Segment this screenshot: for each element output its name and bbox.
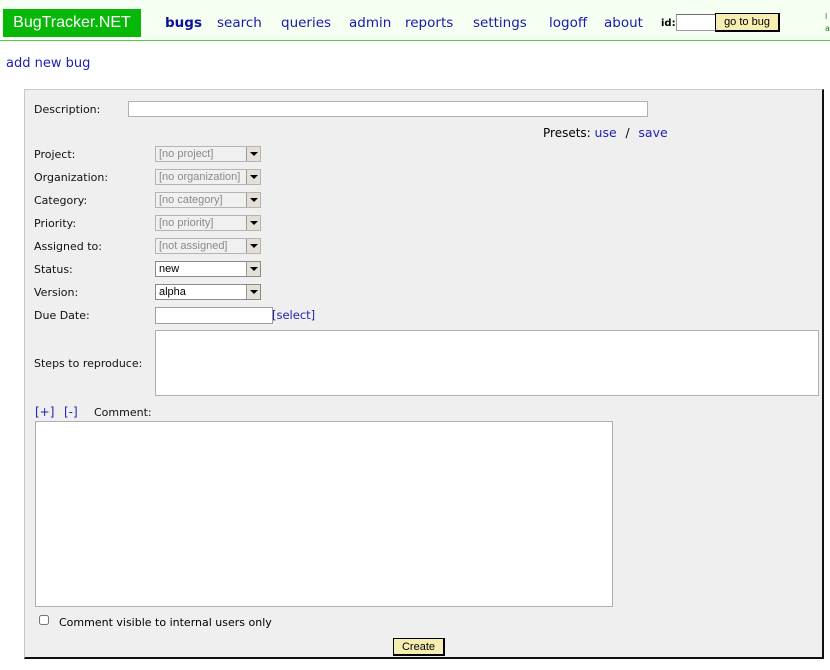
priority-select-value: [no priority]: [159, 217, 214, 229]
project-label: Project:: [34, 148, 76, 161]
presets-label: Presets:: [543, 126, 591, 140]
assigned-to-label: Assigned to:: [34, 240, 102, 253]
presets-separator: /: [625, 126, 630, 140]
top-nav-bar: BugTracker.NET bugs search queries admin…: [0, 0, 830, 41]
nav-settings[interactable]: settings: [473, 15, 527, 31]
priority-label: Priority:: [34, 217, 77, 230]
nav-about[interactable]: about: [604, 15, 643, 31]
edge-text-line-1: l: [825, 12, 828, 21]
nav-search[interactable]: search: [217, 15, 262, 31]
comment-input[interactable]: [35, 421, 613, 607]
status-label: Status:: [34, 263, 73, 276]
assigned-to-select[interactable]: [not assigned]: [155, 238, 261, 254]
bug-id-label: id:: [661, 18, 676, 29]
go-to-bug-button[interactable]: go to bug: [715, 13, 780, 32]
chevron-down-icon: [246, 193, 260, 207]
comment-label: Comment:: [94, 406, 152, 419]
category-select-value: [no category]: [159, 194, 223, 206]
bug-id-input[interactable]: [676, 14, 716, 31]
presets-use-link[interactable]: use: [595, 125, 617, 140]
assigned-to-select-value: [not assigned]: [159, 240, 228, 252]
presets: Presets: use / save: [543, 125, 668, 140]
status-select-value: new: [159, 263, 180, 275]
chevron-down-icon: [246, 147, 260, 161]
project-select-value: [no project]: [159, 148, 214, 160]
priority-select[interactable]: [no priority]: [155, 215, 261, 231]
new-bug-form: Description: Presets: use / save Project…: [24, 89, 824, 659]
create-button[interactable]: Create: [393, 638, 445, 656]
due-date-select-link[interactable]: [select]: [272, 308, 315, 322]
header-edge-text: l a: [825, 11, 830, 35]
organization-label: Organization:: [34, 171, 109, 184]
steps-to-reproduce-label: Steps to reproduce:: [34, 357, 143, 370]
category-select[interactable]: [no category]: [155, 192, 261, 208]
organization-select[interactable]: [no organization]: [155, 169, 261, 185]
nav-bugs[interactable]: bugs: [165, 15, 202, 31]
nav-queries[interactable]: queries: [281, 15, 331, 31]
project-select[interactable]: [no project]: [155, 146, 261, 162]
version-select-value: alpha: [159, 286, 186, 298]
app-logo: BugTracker.NET: [3, 9, 141, 37]
chevron-down-icon: [246, 170, 260, 184]
chevron-down-icon: [246, 262, 260, 276]
due-date-label: Due Date:: [34, 309, 90, 322]
organization-select-value: [no organization]: [159, 171, 241, 183]
chevron-down-icon: [246, 285, 260, 299]
edge-text-line-2: a: [825, 24, 830, 33]
presets-save-link[interactable]: save: [638, 125, 667, 140]
nav-logoff[interactable]: logoff: [549, 15, 587, 31]
expand-comment-link[interactable]: [+]: [35, 405, 54, 419]
version-select[interactable]: alpha: [155, 284, 261, 300]
chevron-down-icon: [246, 239, 260, 253]
chevron-down-icon: [246, 216, 260, 230]
description-input[interactable]: [128, 101, 648, 117]
internal-only-label: Comment visible to internal users only: [59, 616, 272, 629]
steps-to-reproduce-input[interactable]: [155, 330, 819, 396]
internal-only-checkbox[interactable]: [39, 615, 49, 625]
status-select[interactable]: new: [155, 261, 261, 277]
due-date-input[interactable]: [155, 307, 273, 324]
nav-reports[interactable]: reports: [405, 15, 453, 31]
nav-admin[interactable]: admin: [349, 15, 391, 31]
add-new-bug-link[interactable]: add new bug: [6, 56, 90, 71]
version-label: Version:: [34, 286, 79, 299]
collapse-comment-link[interactable]: [-]: [64, 405, 78, 419]
description-label: Description:: [34, 103, 101, 116]
category-label: Category:: [34, 194, 88, 207]
